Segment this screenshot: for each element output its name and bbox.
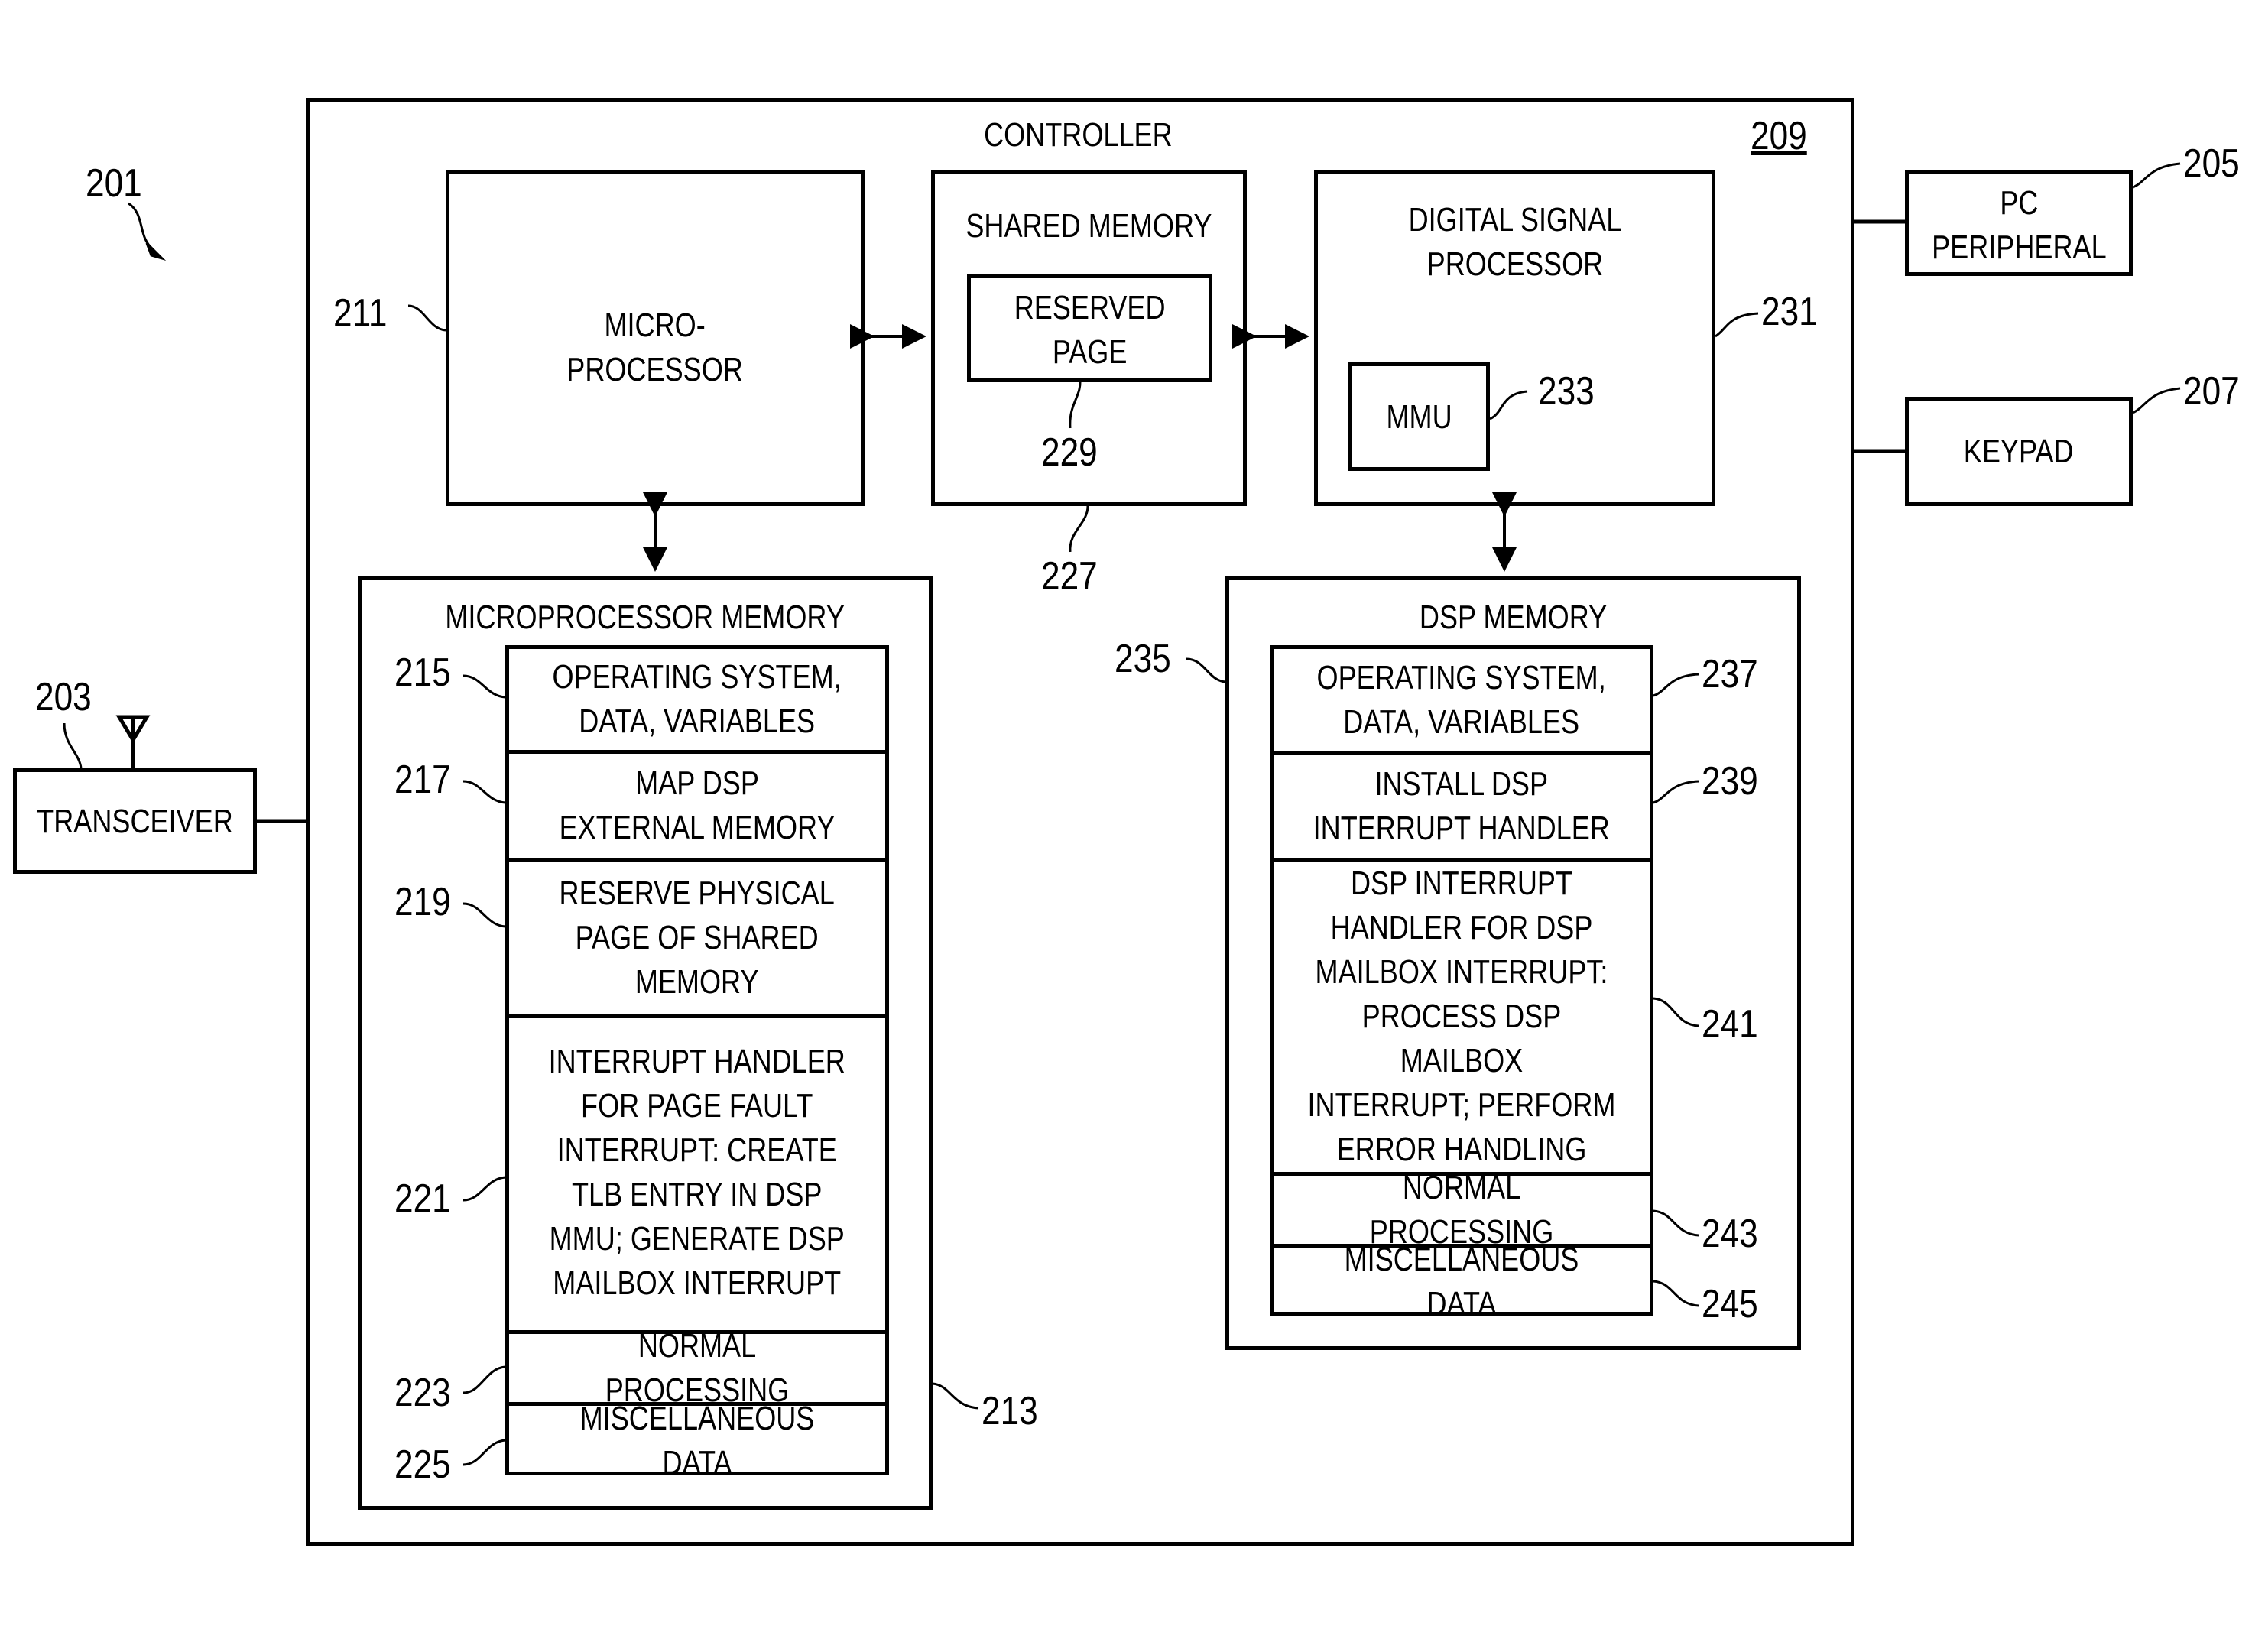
mp-mem-row-misc-data: MISCELLANEOUS DATA	[579, 1399, 815, 1482]
dsp-mem-row-misc-data: MISCELLANEOUS DATA	[1344, 1240, 1579, 1323]
dsp-ref: 231	[1761, 290, 1818, 334]
mp-mem-ref-219: 219	[394, 880, 451, 924]
reserved-page-ref: 229	[1041, 430, 1098, 475]
mp-mem-ref-223: 223	[394, 1371, 451, 1415]
mp-mem-ref-217: 217	[394, 758, 451, 802]
mmu-ref: 233	[1538, 369, 1595, 414]
mmu-label: MMU	[1386, 398, 1452, 436]
transceiver-box: TRANSCEIVER	[13, 768, 257, 874]
leader-205	[2132, 162, 2181, 189]
dsp-mem-ref-239: 239	[1702, 759, 1758, 803]
dsp-memory-ref: 235	[1115, 637, 1171, 681]
shared-memory-label: SHARED MEMORY	[965, 207, 1212, 245]
transceiver-label: TRANSCEIVER	[37, 803, 233, 840]
dsp-mem-row-install-handler: INSTALL DSP INTERRUPT HANDLER	[1274, 755, 1650, 862]
reserved-page-box: RESERVED PAGE	[967, 274, 1212, 382]
reserved-page-label: RESERVED PAGE	[1014, 289, 1166, 371]
dsp-mem-row-os: OPERATING SYSTEM, DATA, VARIABLES	[1274, 649, 1650, 755]
mp-mem-ref-221: 221	[394, 1177, 451, 1221]
leader-201	[128, 202, 154, 251]
keypad-box: KEYPAD	[1905, 397, 2133, 506]
dsp-mem-ref-241: 241	[1702, 1002, 1758, 1047]
microprocessor-box: MICRO- PROCESSOR	[446, 170, 865, 506]
dsp-mem-ref-237: 237	[1702, 652, 1758, 696]
mp-mem-ref-215: 215	[394, 651, 451, 695]
dsp-mem-ref-243: 243	[1702, 1212, 1758, 1256]
mp-mem-row-interrupt-handler: INTERRUPT HANDLER FOR PAGE FAULT INTERRU…	[509, 1018, 885, 1334]
leader-207	[2132, 387, 2181, 414]
dsp-mem-ref-245: 245	[1702, 1282, 1758, 1326]
antenna-icon	[115, 715, 151, 768]
dsp-label: DIGITAL SIGNAL PROCESSOR	[1408, 201, 1621, 283]
figure-ref-201: 201	[86, 161, 142, 206]
controller-title: CONTROLLER	[983, 116, 1173, 154]
pc-peripheral-ref: 205	[2183, 141, 2240, 186]
mp-mem-ref-225: 225	[394, 1443, 451, 1487]
dsp-memory-title: DSP MEMORY	[1419, 599, 1608, 636]
mp-mem-row-normal-processing: NORMAL PROCESSING	[509, 1327, 885, 1409]
pc-peripheral-box: PC PERIPHERAL	[1905, 170, 2133, 276]
controller-ref: 209	[1751, 114, 1807, 158]
dsp-memory-stack: OPERATING SYSTEM, DATA, VARIABLES INSTAL…	[1270, 645, 1653, 1323]
mp-mem-row-map-dsp: MAP DSP EXTERNAL MEMORY	[509, 754, 885, 862]
shared-memory-ref: 227	[1041, 554, 1098, 599]
keypad-ref: 207	[2183, 369, 2240, 414]
dsp-mem-row-interrupt-handler: DSP INTERRUPT HANDLER FOR DSP MAILBOX IN…	[1274, 862, 1650, 1176]
leader-203	[63, 722, 83, 769]
microprocessor-memory-stack: OPERATING SYSTEM, DATA, VARIABLES MAP DS…	[505, 645, 889, 1482]
mp-mem-row-os: OPERATING SYSTEM, DATA, VARIABLES	[509, 649, 885, 754]
microprocessor-memory-ref: 213	[982, 1389, 1038, 1433]
mmu-box: MMU	[1348, 362, 1490, 471]
mp-mem-row-reserve-page: RESERVE PHYSICAL PAGE OF SHARED MEMORY	[509, 862, 885, 1018]
pc-peripheral-label: PC PERIPHERAL	[1931, 184, 2107, 266]
microprocessor-label: MICRO- PROCESSOR	[566, 307, 744, 388]
microprocessor-ref: 211	[333, 291, 388, 336]
keypad-label: KEYPAD	[1964, 433, 2074, 470]
microprocessor-memory-title: MICROPROCESSOR MEMORY	[445, 599, 845, 636]
transceiver-ref: 203	[35, 675, 92, 719]
